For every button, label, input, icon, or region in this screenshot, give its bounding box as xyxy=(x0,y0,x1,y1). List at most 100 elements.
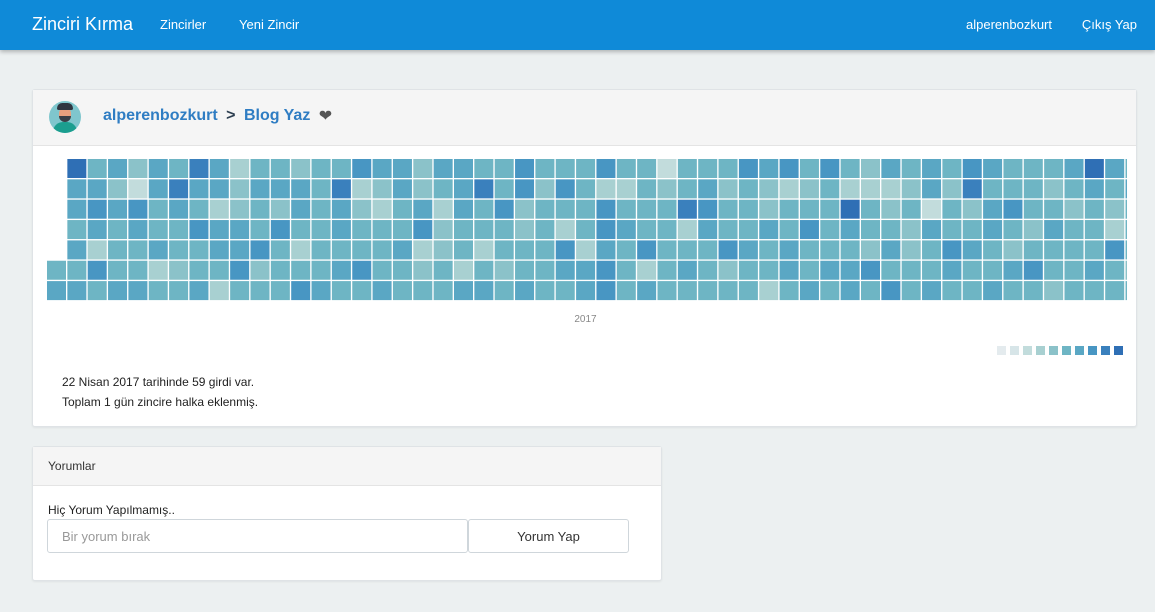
heatmap-day-cell[interactable] xyxy=(698,260,718,280)
heatmap-day-cell[interactable] xyxy=(1125,179,1127,199)
heatmap-day-cell[interactable] xyxy=(1003,260,1023,280)
heatmap-day-cell[interactable] xyxy=(657,240,677,260)
heatmap-day-cell[interactable] xyxy=(209,240,229,260)
heatmap-day-cell[interactable] xyxy=(738,179,758,199)
heatmap-day-cell[interactable] xyxy=(942,240,962,260)
heatmap-day-cell[interactable] xyxy=(108,240,128,260)
heatmap-day-cell[interactable] xyxy=(1084,240,1104,260)
heatmap-day-cell[interactable] xyxy=(759,220,779,240)
heatmap-day-cell[interactable] xyxy=(372,240,392,260)
heatmap-day-cell[interactable] xyxy=(433,220,453,240)
heatmap-day-cell[interactable] xyxy=(596,281,616,301)
heatmap-day-cell[interactable] xyxy=(108,179,128,199)
heatmap-day-cell[interactable] xyxy=(87,199,107,219)
heatmap-day-cell[interactable] xyxy=(230,179,250,199)
heatmap-day-cell[interactable] xyxy=(555,220,575,240)
heatmap-day-cell[interactable] xyxy=(840,260,860,280)
heatmap-day-cell[interactable] xyxy=(87,281,107,301)
heatmap-day-cell[interactable] xyxy=(169,220,189,240)
heatmap-day-cell[interactable] xyxy=(331,260,351,280)
heatmap-day-cell[interactable] xyxy=(474,159,494,178)
heatmap-day-cell[interactable] xyxy=(311,281,331,301)
heatmap-day-cell[interactable] xyxy=(87,240,107,260)
heatmap-day-cell[interactable] xyxy=(189,159,209,178)
heatmap-day-cell[interactable] xyxy=(616,240,636,260)
heatmap-day-cell[interactable] xyxy=(1044,281,1064,301)
heatmap-day-cell[interactable] xyxy=(738,240,758,260)
heatmap-day-cell[interactable] xyxy=(291,240,311,260)
heatmap-day-cell[interactable] xyxy=(881,179,901,199)
heatmap-day-cell[interactable] xyxy=(148,199,168,219)
heatmap-day-cell[interactable] xyxy=(901,220,921,240)
heatmap-day-cell[interactable] xyxy=(1023,199,1043,219)
heatmap-day-cell[interactable] xyxy=(352,220,372,240)
heatmap-day-cell[interactable] xyxy=(901,281,921,301)
heatmap-day-cell[interactable] xyxy=(983,159,1003,178)
heatmap-day-cell[interactable] xyxy=(87,260,107,280)
heatmap-day-cell[interactable] xyxy=(454,220,473,240)
heatmap-day-cell[interactable] xyxy=(209,159,229,178)
heatmap-day-cell[interactable] xyxy=(128,281,148,301)
heatmap-day-cell[interactable] xyxy=(962,281,982,301)
heatmap-day-cell[interactable] xyxy=(698,159,718,178)
heatmap-day-cell[interactable] xyxy=(108,260,128,280)
heatmap-day-cell[interactable] xyxy=(189,179,209,199)
heatmap-day-cell[interactable] xyxy=(474,179,494,199)
heatmap-day-cell[interactable] xyxy=(779,220,799,240)
heatmap-day-cell[interactable] xyxy=(270,199,290,219)
heatmap-day-cell[interactable] xyxy=(1064,281,1084,301)
heatmap-day-cell[interactable] xyxy=(169,199,189,219)
heatmap-day-cell[interactable] xyxy=(413,240,433,260)
heatmap-day-cell[interactable] xyxy=(535,159,555,178)
heatmap-day-cell[interactable] xyxy=(1125,220,1127,240)
heatmap-day-cell[interactable] xyxy=(901,260,921,280)
heatmap-day-cell[interactable] xyxy=(698,179,718,199)
heatmap-day-cell[interactable] xyxy=(474,199,494,219)
heatmap-day-cell[interactable] xyxy=(413,220,433,240)
comment-input[interactable] xyxy=(47,519,468,553)
heatmap-day-cell[interactable] xyxy=(1044,159,1064,178)
heatmap-day-cell[interactable] xyxy=(1003,220,1023,240)
heatmap-day-cell[interactable] xyxy=(657,220,677,240)
heatmap-day-cell[interactable] xyxy=(169,281,189,301)
heatmap-day-cell[interactable] xyxy=(983,240,1003,260)
heatmap-day-cell[interactable] xyxy=(1044,220,1064,240)
heatmap-day-cell[interactable] xyxy=(1044,199,1064,219)
heatmap-day-cell[interactable] xyxy=(922,220,942,240)
heatmap-day-cell[interactable] xyxy=(413,281,433,301)
heatmap-day-cell[interactable] xyxy=(209,260,229,280)
heatmap-day-cell[interactable] xyxy=(677,179,697,199)
heatmap-day-cell[interactable] xyxy=(1003,179,1023,199)
heatmap-day-cell[interactable] xyxy=(637,179,657,199)
heatmap-day-cell[interactable] xyxy=(799,240,819,260)
heatmap-day-cell[interactable] xyxy=(962,220,982,240)
heatmap-day-cell[interactable] xyxy=(372,179,392,199)
heatmap-day-cell[interactable] xyxy=(454,281,473,301)
heatmap-day-cell[interactable] xyxy=(291,260,311,280)
heatmap-day-cell[interactable] xyxy=(1044,179,1064,199)
heatmap-day-cell[interactable] xyxy=(250,199,270,219)
heatmap-day-cell[interactable] xyxy=(1064,240,1084,260)
heatmap-day-cell[interactable] xyxy=(108,199,128,219)
heatmap-day-cell[interactable] xyxy=(1084,281,1104,301)
heatmap-day-cell[interactable] xyxy=(148,240,168,260)
heatmap-day-cell[interactable] xyxy=(759,281,779,301)
heatmap-day-cell[interactable] xyxy=(108,220,128,240)
heatmap-day-cell[interactable] xyxy=(799,281,819,301)
heatmap-day-cell[interactable] xyxy=(352,199,372,219)
heatmap-day-cell[interactable] xyxy=(515,159,535,178)
heatmap-day-cell[interactable] xyxy=(291,199,311,219)
heatmap-day-cell[interactable] xyxy=(759,260,779,280)
heatmap-day-cell[interactable] xyxy=(128,159,148,178)
heatmap-day-cell[interactable] xyxy=(677,220,697,240)
heatmap-day-cell[interactable] xyxy=(596,220,616,240)
heart-icon[interactable]: ❤ xyxy=(319,106,332,126)
heatmap-day-cell[interactable] xyxy=(637,240,657,260)
heatmap-day-cell[interactable] xyxy=(331,240,351,260)
heatmap-day-cell[interactable] xyxy=(494,220,514,240)
heatmap-day-cell[interactable] xyxy=(1003,159,1023,178)
heatmap-day-cell[interactable] xyxy=(230,199,250,219)
heatmap-day-cell[interactable] xyxy=(738,159,758,178)
heatmap-day-cell[interactable] xyxy=(230,159,250,178)
heatmap-day-cell[interactable] xyxy=(576,260,596,280)
